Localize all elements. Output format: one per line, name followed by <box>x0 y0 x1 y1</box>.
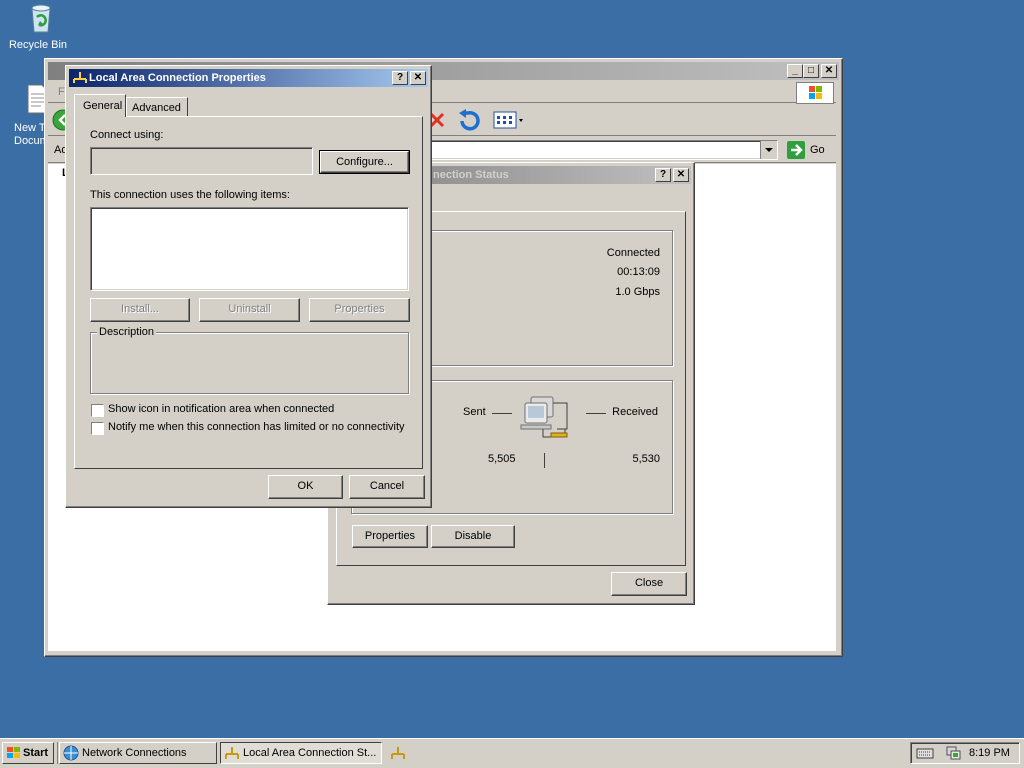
show-icon-checkbox[interactable] <box>91 404 104 417</box>
views-button[interactable] <box>492 109 526 131</box>
adapter-field <box>90 147 313 175</box>
description-groupbox: Description <box>90 326 409 394</box>
windows-flag-icon <box>7 747 20 758</box>
recycle-bin-icon <box>31 4 51 33</box>
views-icon <box>493 111 523 129</box>
start-button[interactable]: Start <box>2 742 54 764</box>
windows-logo <box>796 82 834 104</box>
network-connection-icon[interactable] <box>390 745 406 761</box>
chevron-down-icon <box>765 148 773 152</box>
item-properties-button[interactable]: Properties <box>309 298 410 322</box>
taskbar-button-label: Network Connections <box>82 747 187 759</box>
items-list[interactable] <box>90 207 409 291</box>
status-dialog-title: nection Status <box>433 169 509 181</box>
received-line <box>586 413 606 414</box>
notify-checkbox[interactable] <box>91 422 104 435</box>
close-dialog-button[interactable]: Close <box>611 572 687 596</box>
sent-value: 5,505 <box>488 453 516 465</box>
status-properties-button[interactable]: Properties <box>352 525 428 548</box>
general-tab-page: Connect using: Configure... This connect… <box>74 116 423 469</box>
notify-checkbox-label[interactable]: Notify me when this connection has limit… <box>108 421 405 433</box>
network-connections-icon <box>63 745 79 761</box>
sent-label: Sent <box>463 406 486 418</box>
cancel-button[interactable]: Cancel <box>349 475 425 499</box>
received-label: Received <box>612 406 658 418</box>
start-label: Start <box>23 747 49 759</box>
taskbar: Start Network Connections Local Area Con… <box>0 738 1024 768</box>
properties-titlebar: Local Area Connection Properties ? ✕ <box>69 69 428 87</box>
address-dropdown-button[interactable] <box>760 141 777 159</box>
undo-icon[interactable] <box>456 109 480 131</box>
maximize-button[interactable]: □ <box>803 64 819 78</box>
ok-button[interactable]: OK <box>268 475 343 499</box>
sent-line <box>492 413 512 414</box>
connection-status-value: Connected <box>606 247 660 259</box>
tab-general[interactable]: General <box>74 94 126 117</box>
taskbar-button-local-area-connection-status[interactable]: Local Area Connection St... <box>220 742 382 764</box>
items-label: This connection uses the following items… <box>90 189 290 201</box>
activity-divider <box>544 453 545 468</box>
install-button[interactable]: Install... <box>90 298 190 322</box>
help-button[interactable]: ? <box>392 71 408 85</box>
show-icon-checkbox-label[interactable]: Show icon in notification area when conn… <box>108 403 334 415</box>
keyboard-icon[interactable] <box>916 746 934 760</box>
connect-using-label: Connect using: <box>90 129 164 141</box>
description-label: Description <box>97 326 157 338</box>
clock[interactable]: 8:19 PM <box>969 747 1010 759</box>
network-connection-icon <box>73 72 87 83</box>
properties-dialog-title: Local Area Connection Properties <box>89 72 266 84</box>
connection-duration-value: 00:13:09 <box>617 266 660 278</box>
disable-button[interactable]: Disable <box>431 525 515 548</box>
go-arrow-icon <box>787 141 805 159</box>
desktop-icon-label: New T <box>14 122 46 134</box>
tab-advanced[interactable]: Advanced <box>126 97 188 116</box>
close-button[interactable]: ✕ <box>410 71 426 85</box>
configure-button[interactable]: Configure... <box>319 150 410 174</box>
connection-properties-dialog: Local Area Connection Properties ? ✕ Gen… <box>65 65 432 508</box>
uninstall-button[interactable]: Uninstall <box>199 298 300 322</box>
tab-advanced-label: Advanced <box>132 102 181 114</box>
close-button[interactable]: ✕ <box>673 168 689 182</box>
go-button[interactable]: Go <box>786 140 830 160</box>
desktop-icon-text-document[interactable]: New T Docum <box>4 84 49 148</box>
network-computers-icon[interactable] <box>519 389 575 443</box>
taskbar-button-label: Local Area Connection St... <box>243 747 377 759</box>
tab-general-label: General <box>83 100 123 112</box>
desktop-icon-recycle-bin[interactable]: Recycle Bin <box>4 2 72 54</box>
minimize-button[interactable]: _ <box>787 64 803 78</box>
received-value: 5,530 <box>632 453 660 465</box>
system-tray: 8:19 PM <box>910 742 1020 764</box>
close-button[interactable]: ✕ <box>821 64 837 78</box>
taskbar-button-network-connections[interactable]: Network Connections <box>59 742 217 764</box>
windows-flag-icon <box>809 86 822 99</box>
desktop-icon-label: Recycle Bin <box>8 39 68 51</box>
help-button[interactable]: ? <box>655 168 671 182</box>
address-input[interactable] <box>428 140 778 160</box>
network-connection-icon <box>225 747 239 759</box>
go-label: Go <box>810 144 825 156</box>
network-tray-icon[interactable] <box>945 745 961 761</box>
connection-speed-value: 1.0 Gbps <box>615 286 660 298</box>
